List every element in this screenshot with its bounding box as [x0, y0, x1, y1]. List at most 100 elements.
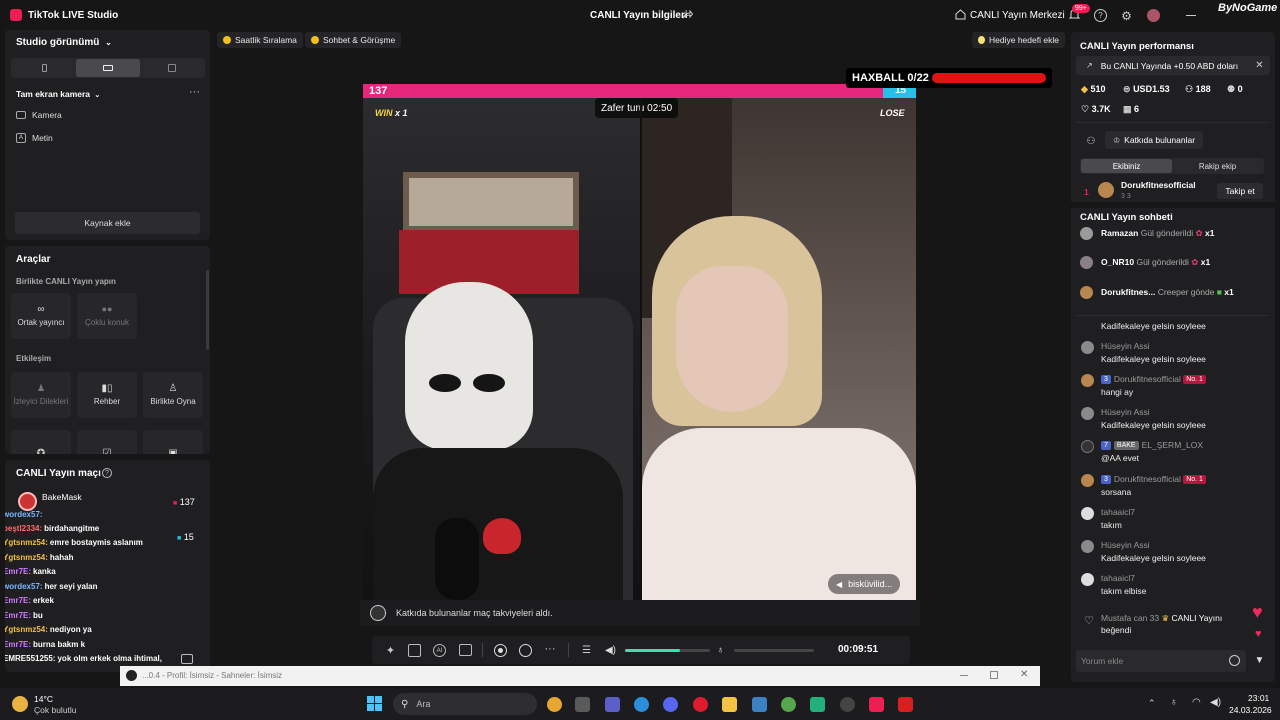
mixer-icon[interactable]: ☰ — [580, 644, 593, 657]
edge-icon[interactable] — [634, 697, 649, 712]
help-icon[interactable]: ? — [1094, 9, 1107, 22]
discord-icon[interactable] — [663, 697, 678, 712]
multi-guest-card[interactable]: ●● Çoklu konuk — [77, 293, 137, 339]
search-icon: ⚲ — [401, 698, 409, 710]
rotate-layout-button[interactable] — [141, 59, 203, 77]
tray-chevron-icon[interactable]: ⌃ — [1148, 698, 1156, 709]
obs-close-icon[interactable]: ✕ — [1020, 669, 1028, 680]
add-user-icon: ⚉ — [1227, 84, 1236, 94]
tray-mic-icon[interactable]: ♁ — [1170, 697, 1178, 708]
info-icon[interactable]: ? — [102, 468, 112, 478]
creeper-icon: ■ — [1216, 287, 1222, 297]
source-camera[interactable]: Kamera — [16, 110, 62, 120]
viewer-wishes-card[interactable]: ♟ İzleyici Dilekleri — [11, 372, 71, 418]
tab-chat-meeting[interactable]: Sohbet & Görüşme — [305, 32, 402, 48]
tray-volume-icon[interactable]: ◀) — [1210, 697, 1221, 708]
folder-icon[interactable] — [722, 697, 737, 712]
fullscreen-camera-dropdown[interactable]: Tam ekran kamera ⌄ — [16, 89, 100, 99]
magic-wand-icon[interactable]: ✦ — [384, 644, 397, 657]
studio-view-dropdown[interactable]: Studio görünümü ⌄ — [16, 37, 112, 48]
enhance-icon[interactable] — [408, 644, 421, 657]
chrome-icon[interactable] — [547, 697, 562, 712]
obs-minimize-icon[interactable] — [960, 675, 968, 676]
tool-card-more-1[interactable]: ✪ — [11, 430, 71, 454]
mask-eye-right — [473, 374, 505, 392]
tab-rival-team[interactable]: Rakip ekip — [1172, 159, 1263, 173]
chat-line: EMRE551255: yok olm erkek olma ihtimal, — [5, 654, 162, 663]
avatar — [1081, 507, 1094, 520]
stage-toolbar: ✦ AI ··· ☰ ◀) ♁ 00:09:51 — [372, 636, 910, 664]
gift-goal-button[interactable]: Hediye hedefi ekle — [972, 32, 1065, 48]
heart-icon: ♡ — [1081, 104, 1090, 114]
rose-icon: ✿ — [1191, 257, 1199, 267]
tool-card-more-2[interactable]: ☑ — [77, 430, 137, 454]
contributors-button[interactable]: ♔ Katkıda bulunanlar — [1105, 131, 1204, 149]
tiktok-taskbar-icon[interactable] — [869, 697, 884, 712]
avatar — [1081, 440, 1094, 453]
landscape-layout-button[interactable] — [76, 59, 140, 77]
chat-username: tahaaicl7 — [1101, 507, 1136, 517]
host-name: BakeMask — [42, 492, 82, 502]
chat-line: Ygtsnmz54: nediyon ya — [5, 625, 92, 634]
ai-icon[interactable]: AI — [433, 644, 446, 657]
emoji-icon[interactable] — [1229, 655, 1240, 666]
teams-icon[interactable] — [605, 697, 620, 712]
more-options-icon[interactable]: ··· — [189, 86, 200, 98]
opera-icon[interactable] — [693, 697, 708, 712]
share-icon[interactable] — [682, 9, 693, 20]
user-settings-icon[interactable]: ⚇ — [1085, 135, 1097, 147]
tab-hourly-ranking[interactable]: Saatlik Sıralama — [217, 32, 303, 48]
chevron-down-icon: ⌄ — [105, 38, 112, 47]
tools-scrollbar[interactable] — [206, 270, 209, 350]
guests-icon: ●● — [101, 303, 113, 314]
more-icon[interactable]: ··· — [543, 642, 557, 656]
layout-icon[interactable] — [459, 644, 472, 656]
windows-start-icon[interactable] — [367, 696, 382, 711]
microphone — [435, 518, 479, 600]
portrait-layout-button[interactable] — [13, 59, 75, 77]
contributor-name: Dorukfitnesofficial — [1121, 180, 1196, 190]
tab-your-team[interactable]: Ekibiniz — [1081, 159, 1172, 173]
obs-maximize-icon[interactable] — [990, 671, 998, 679]
avatar — [1081, 407, 1094, 420]
exit-icon[interactable] — [181, 654, 193, 664]
live-center-link[interactable]: CANLI Yayın Merkezi — [970, 10, 1065, 21]
play-together-card[interactable]: ♙ Birlikte Oyna — [143, 372, 203, 418]
chevron-down-icon: ⌄ — [94, 92, 101, 99]
comment-input[interactable]: Yorum ekle — [1076, 650, 1246, 672]
tool-card-more-3[interactable]: ▣ — [143, 430, 203, 454]
add-source-button[interactable]: Kaynak ekle — [15, 212, 200, 234]
contributor-avatar — [1098, 182, 1114, 198]
taskbar-search[interactable]: ⚲ Ara — [393, 693, 537, 715]
youtube-icon[interactable] — [898, 697, 913, 712]
minimize-icon[interactable] — [1186, 15, 1196, 16]
home-icon[interactable] — [955, 9, 966, 20]
overlay-chat: wordex57: beştl2334: birdahangitme Ygtsnm… — [5, 508, 203, 672]
co-host-card[interactable]: ∞ Ortak yayıncı — [11, 293, 71, 339]
volume-icon[interactable]: ◀) — [604, 644, 617, 657]
file-explorer-icon[interactable] — [575, 697, 590, 712]
app-green-icon[interactable] — [810, 697, 825, 712]
follow-button[interactable]: Takip et — [1217, 183, 1263, 199]
tray-wifi-icon[interactable]: ◠ — [1192, 697, 1201, 708]
obs-taskbar-icon[interactable] — [840, 697, 855, 712]
camera-switch-icon[interactable] — [519, 644, 532, 657]
opponent-name-tag[interactable]: ◀ bisküvilid... — [828, 574, 901, 594]
face — [676, 266, 788, 412]
settings-gear-icon[interactable]: ⚙ — [1120, 9, 1133, 23]
avatar — [1081, 374, 1094, 387]
source-text[interactable]: A Metin — [16, 133, 53, 143]
filter-icon[interactable]: ▼ — [1254, 655, 1265, 666]
store-icon[interactable] — [752, 697, 767, 712]
weather-icon[interactable] — [12, 696, 28, 712]
profile-avatar[interactable] — [1147, 9, 1160, 22]
microphone-icon[interactable]: ♁ — [715, 644, 726, 657]
mic-slider[interactable] — [734, 649, 814, 652]
close-icon[interactable]: ✕ — [1254, 60, 1265, 71]
chat-username: Hüseyin Assi — [1101, 341, 1150, 351]
record-icon[interactable] — [494, 644, 507, 657]
live-info-title[interactable]: CANLI Yayın bilgileri — [590, 10, 688, 21]
chrome-profile-icon[interactable] — [781, 697, 796, 712]
score-bar — [363, 84, 916, 98]
guide-card[interactable]: ▮▯ Rehber — [77, 372, 137, 418]
